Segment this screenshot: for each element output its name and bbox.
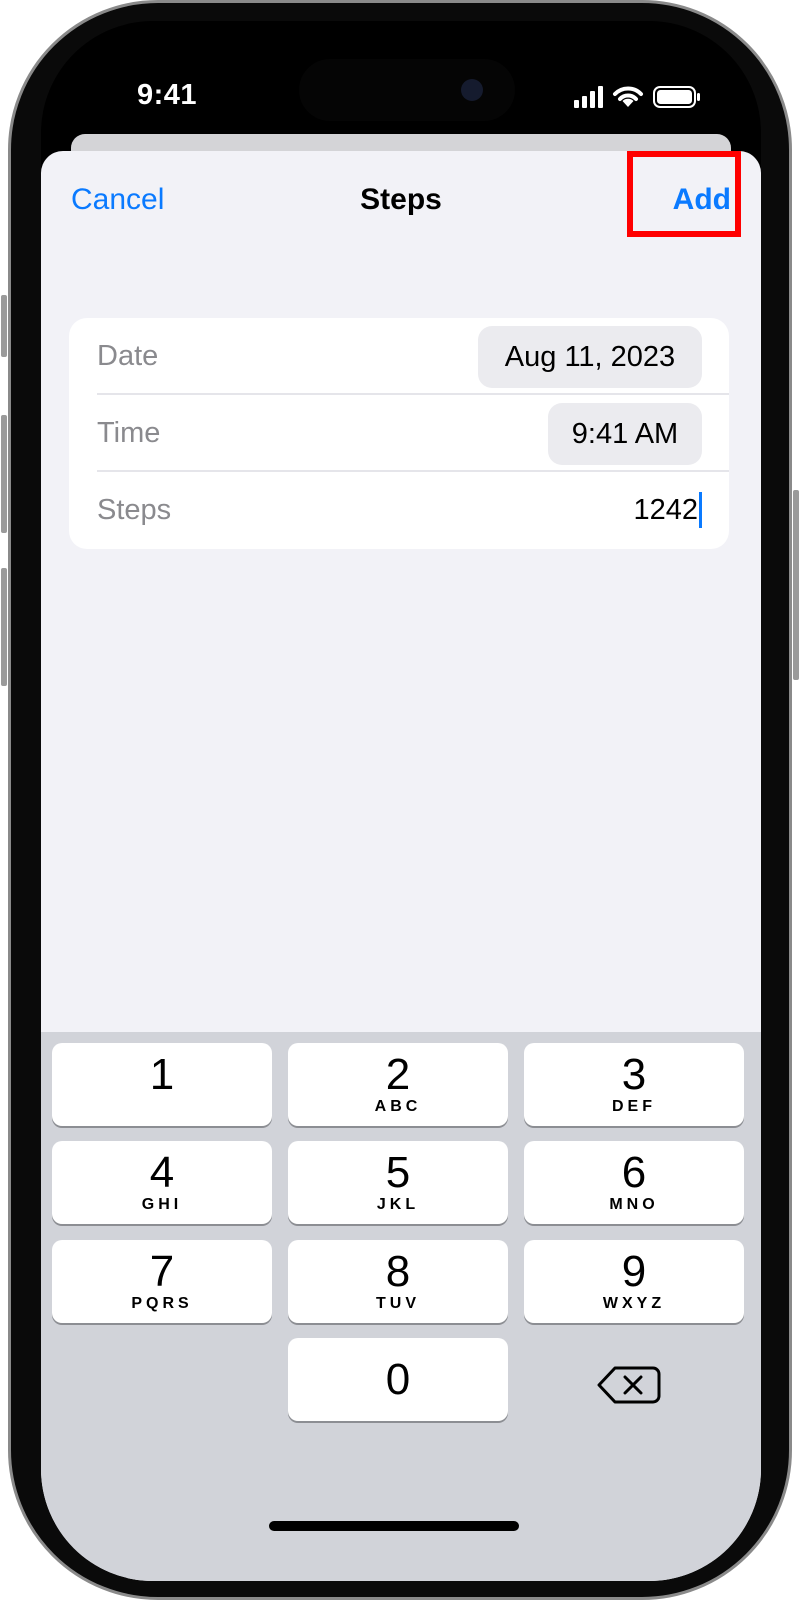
volume-down-button [1,568,7,686]
steps-value: 1242 [633,493,698,526]
navigation-bar: Cancel Steps Add [41,151,761,271]
key-number: 1 [149,1050,175,1099]
key-8[interactable]: 8 TUV [288,1240,508,1323]
date-picker[interactable]: Aug 11, 2023 [478,326,702,388]
volume-up-button [1,415,7,533]
cancel-button[interactable]: Cancel [71,183,164,217]
status-time: 9:41 [137,79,198,111]
key-4[interactable]: 4 GHI [52,1141,272,1224]
key-0[interactable]: 0 [288,1338,508,1421]
wifi-icon [613,86,643,107]
time-row: Time 9:41 AM [69,395,729,472]
delete-backspace-icon[interactable] [593,1360,663,1410]
key-number: 7 [149,1247,175,1296]
key-5[interactable]: 5 JKL [288,1141,508,1224]
status-icons [574,85,701,109]
time-label: Time [97,417,161,449]
number-keypad: 1 2 ABC 3 DEF 4 GHI 5 JKL 6 MNO 7 PQRS 8… [41,1032,761,1581]
key-letters: JKL [376,1196,420,1213]
front-camera-icon [461,79,483,101]
text-cursor [699,492,702,528]
key-1[interactable]: 1 [52,1043,272,1126]
dynamic-island [299,59,515,121]
key-letters: MNO [609,1196,659,1213]
key-number: 4 [149,1148,175,1197]
key-7[interactable]: 7 PQRS [52,1240,272,1323]
date-row: Date Aug 11, 2023 [69,318,729,395]
cellular-signal-icon [574,86,603,108]
battery-icon [653,86,700,108]
power-button [793,490,799,680]
status-bar: 9:41 [41,21,761,131]
key-number: 6 [621,1148,647,1197]
key-letters: GHI [141,1196,183,1213]
key-letters: WXYZ [602,1295,666,1312]
steps-input[interactable]: 1242 [633,492,702,528]
key-3[interactable]: 3 DEF [524,1043,744,1126]
key-number: 0 [385,1355,411,1404]
key-letters: DEF [612,1098,656,1115]
steps-label: Steps [97,494,172,526]
key-2[interactable]: 2 ABC [288,1043,508,1126]
key-9[interactable]: 9 WXYZ [524,1240,744,1323]
key-letters: TUV [376,1295,420,1312]
key-number: 2 [385,1050,411,1099]
key-number: 9 [621,1247,647,1296]
key-number: 5 [385,1148,411,1197]
date-label: Date [97,340,159,372]
key-number: 8 [385,1247,411,1296]
add-button-highlight [627,151,741,237]
key-number: 3 [621,1050,647,1099]
steps-form: Date Aug 11, 2023 Time 9:41 AM Steps 124… [69,318,729,549]
add-data-sheet: Cancel Steps Add Date Aug 11, 2023 Time … [41,151,761,1581]
home-indicator[interactable] [269,1521,519,1531]
time-picker[interactable]: 9:41 AM [548,403,702,465]
key-6[interactable]: 6 MNO [524,1141,744,1224]
key-letters: PQRS [131,1295,193,1312]
action-button [1,295,7,357]
phone-screen: 9:41 Cancel Steps Add Date Aug 11, 2023 … [41,21,761,1581]
steps-row: Steps 1242 [69,472,729,549]
key-letters: ABC [374,1098,422,1115]
